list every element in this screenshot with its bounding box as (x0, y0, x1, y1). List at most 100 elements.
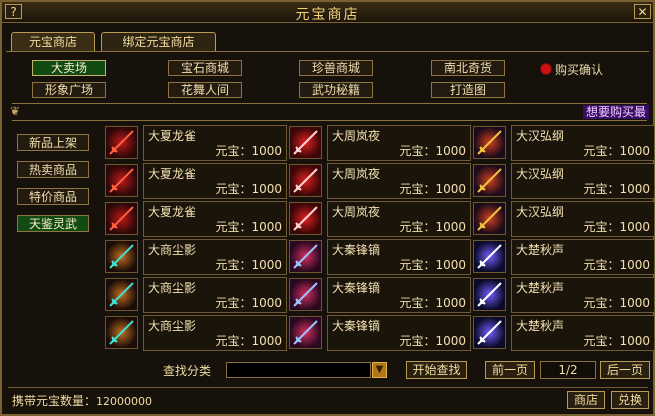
shop-item[interactable]: 大夏龙雀 元宝：1000 (105, 201, 287, 237)
item-name: 大秦锋镝 (332, 319, 381, 333)
tab-yuanbao-shop[interactable]: 元宝商店 (11, 32, 95, 51)
weapon-icon[interactable] (105, 278, 138, 311)
shop-item[interactable]: 大周岚夜元宝：1000 (289, 163, 471, 199)
item-price: 元宝：1000 (399, 182, 466, 196)
shop-item[interactable]: 大商尘影 元宝：1000 (105, 315, 287, 351)
item-name: 大商尘影 (148, 281, 197, 295)
item-info-box[interactable]: 大楚秋声 元宝：1000 (511, 277, 655, 313)
category-flowers[interactable]: 花舞人间 (168, 82, 242, 98)
search-category-input[interactable] (226, 362, 371, 378)
item-price: 元宝：1000 (215, 296, 282, 310)
yuanbao-balance-value: 12000000 (96, 395, 153, 408)
item-info-box[interactable]: 大周岚夜 元宝：1000 (327, 201, 471, 237)
item-name: 大汉弘纲 (516, 205, 565, 219)
weapon-icon[interactable] (473, 164, 506, 197)
next-page-button[interactable]: 后一页 (600, 361, 650, 379)
shop-item[interactable]: 大汉弘纲 元宝：1000 (473, 201, 655, 237)
exchange-button[interactable]: 兑换 (611, 391, 649, 409)
item-info-box[interactable]: 大商尘影 元宝：1000 (143, 239, 287, 275)
item-info-box[interactable]: 大夏龙雀 元宝：1000 (143, 125, 287, 161)
item-name: 大周岚夜 (332, 205, 381, 219)
weapon-icon[interactable] (289, 164, 322, 197)
shop-item[interactable]: 大楚秋声 元宝：1000 (473, 315, 655, 351)
chevron-down-icon[interactable]: ▼ (372, 362, 387, 378)
weapon-icon[interactable] (289, 278, 322, 311)
weapon-icon[interactable] (473, 202, 506, 235)
weapon-icon[interactable] (473, 316, 506, 349)
item-info-box[interactable]: 大周岚夜 元宝：1000 (327, 125, 471, 161)
shop-item[interactable]: 大商尘影元宝：1000 (105, 277, 287, 313)
item-name: 大商尘影 (148, 243, 197, 257)
weapon-icon[interactable] (289, 316, 322, 349)
item-info-box[interactable]: 大秦锋镝 元宝：1000 (327, 277, 471, 313)
category-martial-manuals[interactable]: 武功秘籍 (299, 82, 373, 98)
side-new-arrivals[interactable]: 新品上架 (17, 134, 89, 151)
item-info-box[interactable]: 大汉弘纲 元宝：1000 (511, 201, 655, 237)
item-info-box[interactable]: 大秦锋镝 元宝：1000 (327, 239, 471, 275)
purchase-confirm-label: 购买确认 (555, 63, 604, 77)
category-crafting-recipes[interactable]: 打造图 (431, 82, 505, 98)
side-special-offers[interactable]: 特价商品 (17, 188, 89, 205)
weapon-icon[interactable] (473, 278, 506, 311)
item-info-box[interactable]: 大汉弘纲 元宝：1000 (511, 125, 655, 161)
item-name: 大周岚夜 (332, 167, 381, 181)
item-info-box[interactable]: 大商尘影 元宝：1000 (143, 315, 287, 351)
category-big-market[interactable]: 大卖场 (32, 60, 106, 76)
shop-item[interactable]: 大夏龙雀 元宝：1000 (105, 125, 287, 161)
weapon-icon[interactable] (105, 316, 138, 349)
item-price: 元宝：1000 (215, 182, 282, 196)
prev-page-button[interactable]: 前一页 (485, 361, 535, 379)
item-price: 元宝：1000 (399, 334, 466, 348)
category-beast-mall[interactable]: 珍兽商城 (299, 60, 373, 76)
side-hot-items[interactable]: 热卖商品 (17, 161, 89, 178)
item-info-box[interactable]: 大商尘影元宝：1000 (143, 277, 287, 313)
item-info-box[interactable]: 大夏龙雀 元宝：1000 (143, 163, 287, 199)
item-price: 元宝：1000 (399, 258, 466, 272)
item-info-box[interactable]: 大周岚夜元宝：1000 (327, 163, 471, 199)
footer-divider (8, 387, 648, 388)
item-info-box[interactable]: 大夏龙雀 元宝：1000 (143, 201, 287, 237)
shop-item[interactable]: 大秦锋镝 元宝：1000 (289, 239, 471, 275)
shop-item[interactable]: 大汉弘纲 元宝：1000 (473, 125, 655, 161)
shop-item[interactable]: 大汉弘纲 元宝：1000 (473, 163, 655, 199)
banner-bar (12, 103, 647, 121)
category-gem-mall[interactable]: 宝石商城 (168, 60, 242, 76)
weapon-icon[interactable] (105, 126, 138, 159)
weapon-icon[interactable] (105, 240, 138, 273)
item-name: 大楚秋声 (516, 319, 565, 333)
item-price: 元宝：1000 (583, 182, 650, 196)
item-info-box[interactable]: 大汉弘纲 元宝：1000 (511, 163, 655, 199)
shop-item[interactable]: 大周岚夜 元宝：1000 (289, 201, 471, 237)
weapon-icon[interactable] (289, 126, 322, 159)
weapon-icon[interactable] (105, 202, 138, 235)
shop-item[interactable]: 大秦锋镝 元宝：1000 (289, 277, 471, 313)
purchase-confirm-radio[interactable] (540, 63, 552, 75)
shop-item[interactable]: 大楚秋声 元宝：1000 (473, 277, 655, 313)
category-curiosities[interactable]: 南北奇货 (431, 60, 505, 76)
tab-bound-yuanbao-shop[interactable]: 绑定元宝商店 (101, 32, 216, 51)
side-tianjian-weapons[interactable]: 天鉴灵武 (17, 215, 89, 232)
shop-item[interactable]: 大夏龙雀 元宝：1000 (105, 163, 287, 199)
weapon-icon[interactable] (289, 202, 322, 235)
shop-item[interactable]: 大周岚夜 元宝：1000 (289, 125, 471, 161)
item-price: 元宝：1000 (583, 258, 650, 272)
weapon-icon[interactable] (473, 240, 506, 273)
shop-item[interactable]: 大商尘影 元宝：1000 (105, 239, 287, 275)
close-button[interactable]: ✕ (634, 4, 651, 19)
yuanbao-balance: 携带元宝数量：12000000 (12, 392, 152, 409)
item-info-box[interactable]: 大楚秋声 元宝：1000 (511, 315, 655, 351)
shop-item[interactable]: 大秦锋镝元宝：1000 (289, 315, 471, 351)
weapon-icon[interactable] (473, 126, 506, 159)
shop-item[interactable]: 大楚秋声 元宝：1000 (473, 239, 655, 275)
title-bar[interactable]: ? 元宝商店 ✕ (2, 2, 653, 23)
item-price: 元宝：1000 (399, 144, 466, 158)
shop-button[interactable]: 商店 (567, 391, 605, 409)
category-appearance[interactable]: 形象广场 (32, 82, 106, 98)
start-search-button[interactable]: 开始查找 (406, 361, 467, 379)
want-to-buy-banner[interactable]: 想要购买最 (582, 105, 649, 119)
tab-divider (6, 51, 649, 52)
weapon-icon[interactable] (105, 164, 138, 197)
item-info-box[interactable]: 大秦锋镝元宝：1000 (327, 315, 471, 351)
weapon-icon[interactable] (289, 240, 322, 273)
item-info-box[interactable]: 大楚秋声 元宝：1000 (511, 239, 655, 275)
